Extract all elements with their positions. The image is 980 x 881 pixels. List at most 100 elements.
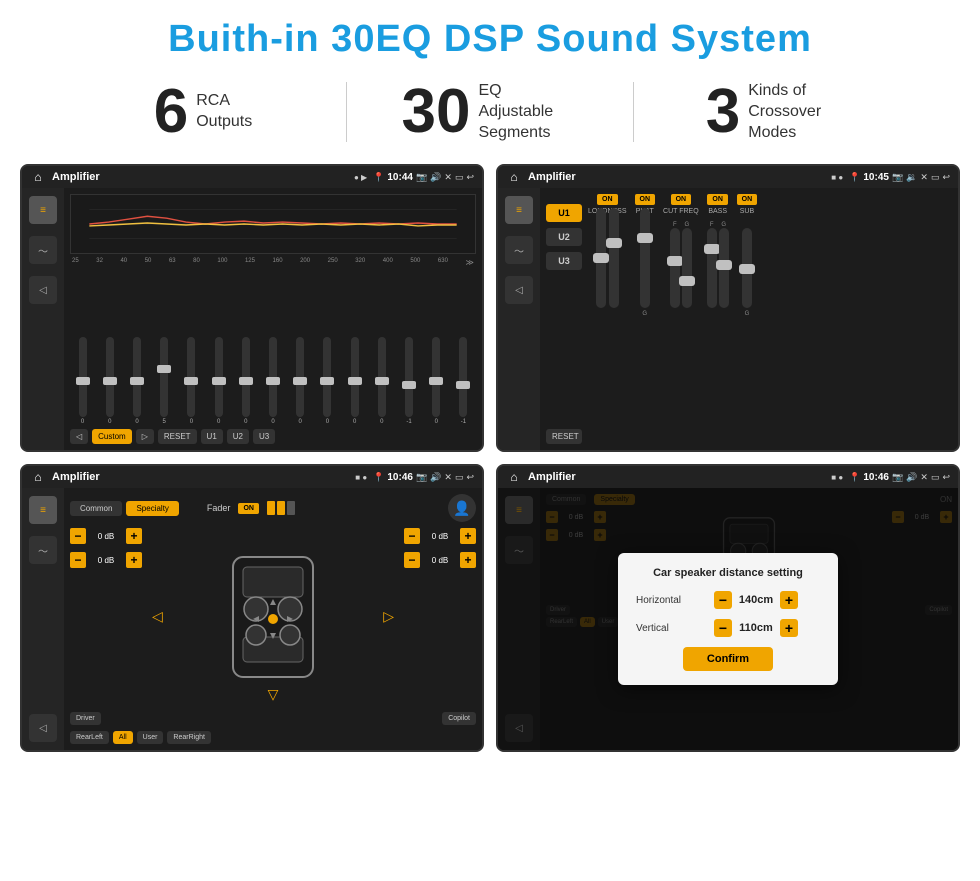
phat-control: ON PHAT G (635, 194, 656, 317)
eq-slider-15: -1 (451, 337, 476, 425)
car-diagram-svg (218, 547, 328, 687)
car-diagram-area: ◁ ▷ ▽ (148, 528, 398, 706)
all-btn[interactable]: All (113, 731, 133, 744)
minimize-icon-4: ▭ (931, 472, 940, 483)
amp-controls-area: ON LOUDNESS ON PHAT G (588, 194, 952, 444)
loudness-sliders (596, 218, 619, 308)
amp-eq-icon[interactable]: ≡ (505, 196, 533, 224)
horizontal-stepper: − 140cm + (714, 591, 798, 609)
db-minus-1[interactable]: − (70, 528, 86, 544)
confirm-button[interactable]: Confirm (683, 647, 773, 671)
db-minus-4[interactable]: − (404, 552, 420, 568)
db-minus-2[interactable]: − (70, 552, 86, 568)
bass-on-btn[interactable]: ON (707, 194, 728, 205)
db-value-2: 0 dB (89, 556, 123, 565)
u3-btn[interactable]: U3 (546, 252, 582, 270)
eq-slider-7: 0 (233, 337, 258, 425)
eq-u2-btn[interactable]: U2 (227, 429, 249, 444)
speaker-dot-icons: ■ ● (355, 473, 367, 482)
amp-preset-col: U1 U2 U3 RESET (546, 194, 582, 444)
phat-on-btn[interactable]: ON (635, 194, 656, 205)
db-plus-3[interactable]: + (460, 528, 476, 544)
db-value-1: 0 dB (89, 532, 123, 541)
amp-vol-icon[interactable]: ◁ (505, 276, 533, 304)
volume-icon-3: 🔊 (430, 472, 441, 483)
wave-icon[interactable]: 〜 (29, 236, 57, 264)
cutfreq-on-btn[interactable]: ON (671, 194, 692, 205)
eq-slider-8: 0 (260, 337, 285, 425)
sub-on-btn[interactable]: ON (737, 194, 758, 205)
eq-play-btn[interactable]: ▷ (136, 429, 154, 444)
tab-common[interactable]: Common (70, 501, 122, 516)
nav-down-icon[interactable]: ▽ (268, 686, 279, 704)
vertical-stepper: − 110cm + (714, 619, 798, 637)
dialog-dot-icons: ■ ● (831, 473, 843, 482)
fader-on-btn[interactable]: ON (238, 503, 259, 514)
loudness-on-btn[interactable]: ON (597, 194, 618, 205)
amp-main-area: U1 U2 U3 RESET ON LOUDNESS (540, 188, 958, 450)
db-plus-1[interactable]: + (126, 528, 142, 544)
tab-specialty[interactable]: Specialty (126, 501, 178, 516)
fader-bar (267, 501, 295, 515)
minimize-icon: ▭ (455, 172, 464, 183)
settings-icon[interactable]: 👤 (448, 494, 476, 522)
stat-rca-number: 6 (154, 81, 188, 143)
eq-bottom-bar: ◁ Custom ▷ RESET U1 U2 U3 (70, 429, 476, 444)
status-time-speaker: 10:46 (387, 472, 413, 483)
camera-icon: 📷 (416, 172, 427, 183)
db-minus-3[interactable]: − (404, 528, 420, 544)
stat-eq-number: 30 (402, 81, 471, 143)
rearright-btn[interactable]: RearRight (167, 731, 211, 744)
bass-label: BASS (708, 208, 727, 215)
user-btn[interactable]: User (137, 731, 164, 744)
u1-btn[interactable]: U1 (546, 204, 582, 222)
horizontal-row: Horizontal − 140cm + (636, 591, 820, 609)
horizontal-minus-btn[interactable]: − (714, 591, 732, 609)
eq-u1-btn[interactable]: U1 (201, 429, 223, 444)
volume-sidebar-icon[interactable]: ◁ (29, 276, 57, 304)
status-bar-amp: ⌂ Amplifier ■ ● 📍 10:45 📷 🔉 ✕ ▭ ↩ (498, 166, 958, 188)
driver-btn[interactable]: Driver (70, 712, 101, 725)
horizontal-plus-btn[interactable]: + (780, 591, 798, 609)
back-icon-2[interactable]: ↩ (942, 172, 950, 183)
speaker-eq-icon[interactable]: ≡ (29, 496, 57, 524)
amp-reset-btn[interactable]: RESET (546, 429, 582, 444)
back-icon[interactable]: ↩ (466, 172, 474, 183)
back-icon-3[interactable]: ↩ (466, 472, 474, 483)
copilot-btn[interactable]: Copilot (442, 712, 476, 725)
vertical-label: Vertical (636, 623, 706, 634)
eq-slider-10: 0 (315, 337, 340, 425)
status-icons-eq: 📍 10:44 📷 🔊 ✕ ▭ ↩ (373, 172, 474, 183)
eq-reset-btn[interactable]: RESET (158, 429, 197, 444)
home-icon[interactable]: ⌂ (30, 169, 46, 185)
stat-rca: 6 RCAOutputs (60, 81, 346, 143)
speaker-vol-icon[interactable]: ◁ (29, 714, 57, 742)
eq-custom-btn[interactable]: Custom (92, 429, 132, 444)
speaker-wave-icon[interactable]: 〜 (29, 536, 57, 564)
close-icon: ✕ (444, 172, 452, 183)
home-icon-2[interactable]: ⌂ (506, 169, 522, 185)
speaker-tabs: Common Specialty (70, 501, 179, 516)
eq-icon[interactable]: ≡ (29, 196, 57, 224)
cutfreq-control: ON CUT FREQ F G (663, 194, 699, 308)
back-icon-4[interactable]: ↩ (942, 472, 950, 483)
eq-screen-content: ≡ 〜 ◁ 2 (22, 188, 482, 450)
screen-amp-title: Amplifier (528, 171, 825, 183)
nav-left-icon[interactable]: ◁ (152, 608, 163, 626)
db-plus-4[interactable]: + (460, 552, 476, 568)
amp-screen-content: ≡ 〜 ◁ U1 U2 U3 RESET ON LOUDNESS (498, 188, 958, 450)
nav-right-icon[interactable]: ▷ (383, 608, 394, 626)
db-plus-2[interactable]: + (126, 552, 142, 568)
home-icon-3[interactable]: ⌂ (30, 469, 46, 485)
vertical-minus-btn[interactable]: − (714, 619, 732, 637)
home-icon-4[interactable]: ⌂ (506, 469, 522, 485)
status-icons-speaker: 📍 10:46 📷 🔊 ✕ ▭ ↩ (373, 472, 474, 483)
eq-prev-btn[interactable]: ◁ (70, 429, 88, 444)
eq-u3-btn[interactable]: U3 (253, 429, 275, 444)
music-dot-icon: ● ▶ (354, 173, 367, 182)
camera-icon-2: 📷 (892, 172, 903, 183)
rearleft-btn[interactable]: RearLeft (70, 731, 109, 744)
u2-btn[interactable]: U2 (546, 228, 582, 246)
amp-wave-icon[interactable]: 〜 (505, 236, 533, 264)
vertical-plus-btn[interactable]: + (780, 619, 798, 637)
